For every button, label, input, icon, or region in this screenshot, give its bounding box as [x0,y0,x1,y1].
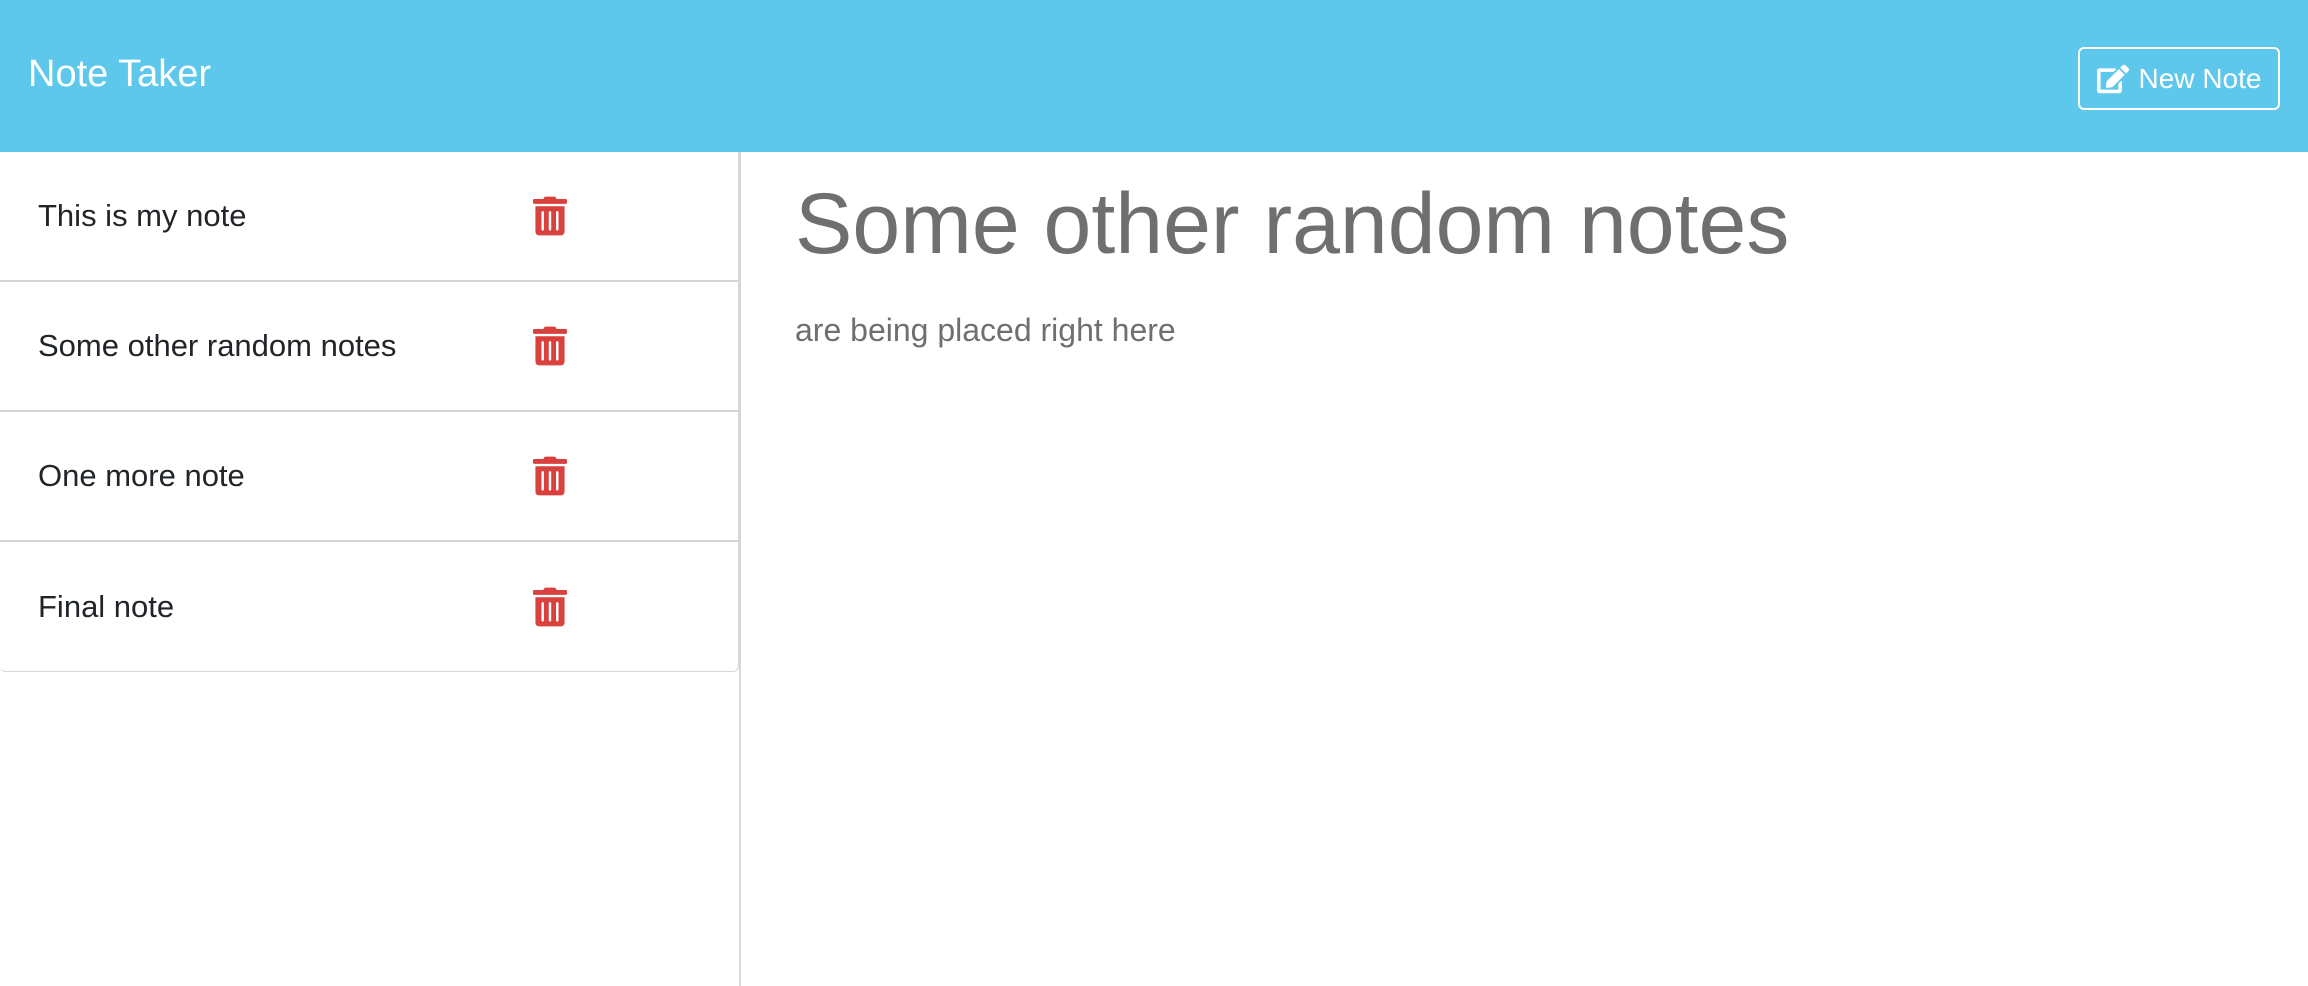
trash-icon[interactable] [533,587,567,627]
app-title[interactable]: Note Taker [28,50,211,98]
trash-icon[interactable] [533,456,567,496]
note-list-title: One more note [38,458,245,493]
navbar: Note Taker New Note [0,0,2308,152]
note-list-title: This is my note [38,198,247,233]
new-note-button[interactable]: New Note [2078,47,2280,110]
edit-icon [2096,64,2129,93]
note-title-input[interactable]: Some other random notes [795,174,1789,274]
list-item[interactable]: One more note [0,412,738,542]
note-editor: Some other random notes are being placed… [743,152,2308,986]
trash-icon[interactable] [533,196,567,236]
list-item[interactable]: Some other random notes [0,282,738,412]
note-text-area[interactable]: are being placed right here [795,310,1176,350]
note-list-title: Some other random notes [38,328,397,363]
notes-sidebar: This is my note Some other random notes … [0,152,741,986]
note-list-title: Final note [38,588,175,624]
list-item[interactable]: This is my note [0,152,738,282]
note-list: This is my note Some other random notes … [0,152,739,672]
new-note-label: New Note [2138,62,2262,94]
trash-icon[interactable] [533,326,567,366]
list-item[interactable]: Final note [0,542,738,671]
